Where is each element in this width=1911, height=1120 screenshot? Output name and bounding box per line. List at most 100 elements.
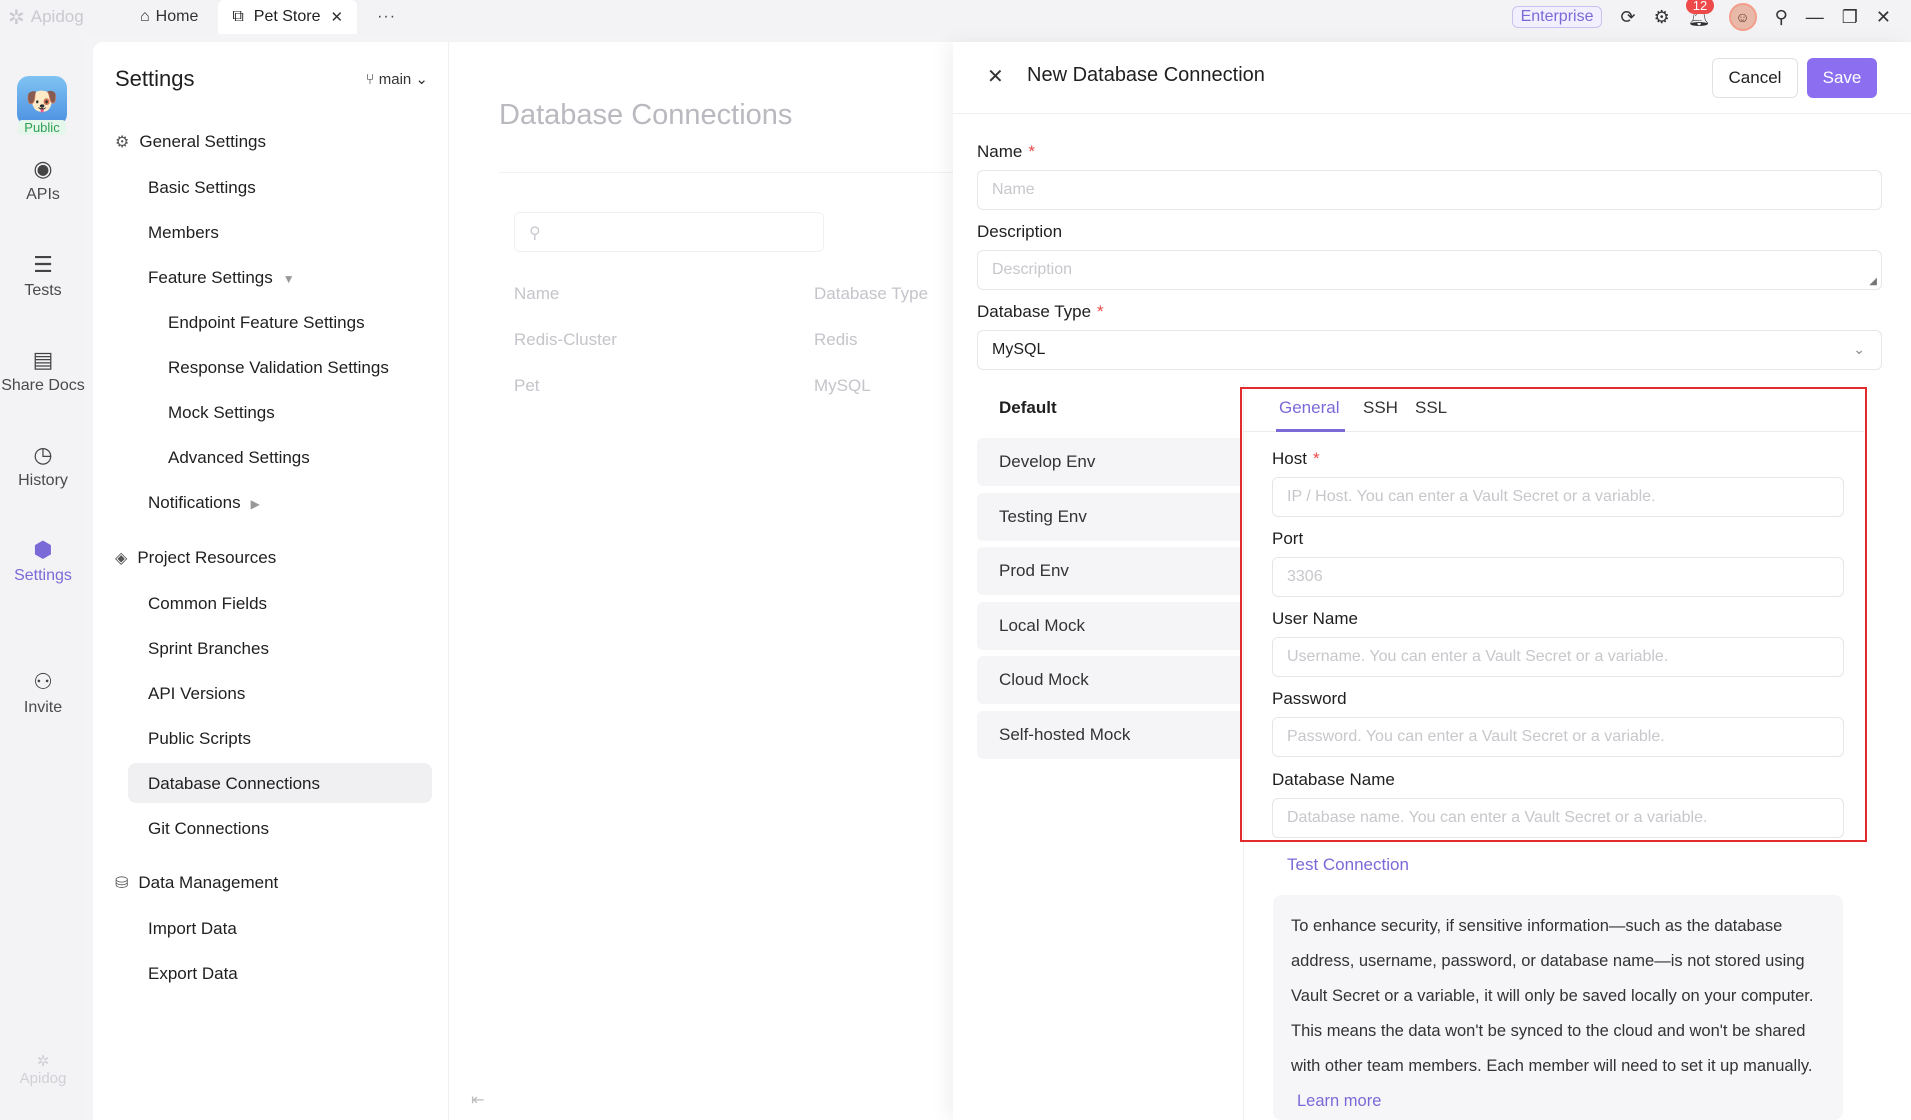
- title-bar: ✲ Apidog ⌂ Home ⧉ Pet Store ✕ ··· Enterp…: [0, 0, 1911, 34]
- rail-footer-logo: ✲ Apidog: [0, 1052, 86, 1087]
- rail-item-invite[interactable]: ⚇ Invite: [0, 669, 86, 717]
- rail-footer-label: Apidog: [19, 1070, 67, 1087]
- public-badge: Public: [18, 120, 66, 135]
- resize-handle-icon[interactable]: ◢: [1869, 276, 1877, 287]
- name-field[interactable]: Name: [977, 170, 1882, 210]
- env-item-local-mock[interactable]: Local Mock: [977, 602, 1241, 650]
- rail-item-label: Tests: [24, 282, 62, 299]
- database-type-select[interactable]: MySQL ⌄: [977, 330, 1882, 370]
- menu-endpoint-feature-settings[interactable]: Endpoint Feature Settings: [168, 313, 365, 333]
- rail-item-label: Invite: [23, 699, 63, 716]
- settings-sidebar: Settings ⑂ main ⌄ ⚙ General Settings Bas…: [93, 42, 448, 1120]
- menu-api-versions[interactable]: API Versions: [148, 684, 245, 704]
- menu-mock-settings[interactable]: Mock Settings: [168, 403, 275, 423]
- gear-icon[interactable]: ⚙: [1654, 7, 1670, 28]
- app-brand: ✲ Apidog: [8, 5, 118, 30]
- maximize-icon[interactable]: ❐: [1842, 7, 1858, 28]
- tab-home-label: Home: [155, 8, 199, 25]
- search-input[interactable]: ⚲: [514, 212, 824, 252]
- name-label: Name *: [977, 142, 1035, 162]
- test-connection-link[interactable]: Test Connection: [1287, 855, 1409, 875]
- env-item-default[interactable]: Default: [977, 384, 1241, 432]
- section-label: General Settings: [139, 132, 266, 151]
- rail-item-tests[interactable]: ☰ Tests: [0, 252, 86, 300]
- gear-icon: ⚙: [115, 134, 130, 151]
- menu-label: Notifications: [148, 493, 241, 512]
- menu-git-connections[interactable]: Git Connections: [148, 819, 269, 839]
- env-item-develop[interactable]: Develop Env: [977, 438, 1241, 486]
- branch-selector[interactable]: ⑂ main ⌄: [366, 70, 428, 88]
- collapse-sidebar-icon[interactable]: ⇤: [471, 1090, 484, 1110]
- menu-public-scripts[interactable]: Public Scripts: [148, 729, 251, 749]
- page-title: Database Connections: [499, 99, 793, 131]
- layers-icon: ◈: [115, 550, 128, 567]
- rail-item-share-docs[interactable]: ▤ Share Docs: [0, 347, 86, 395]
- table-cell[interactable]: Pet: [514, 376, 540, 396]
- env-item-self-hosted-mock[interactable]: Self-hosted Mock: [977, 711, 1241, 759]
- menu-import-data[interactable]: Import Data: [148, 919, 237, 939]
- app-name: Apidog: [30, 7, 84, 26]
- sync-icon[interactable]: ⟳: [1620, 7, 1635, 28]
- external-link-icon: ⧉: [232, 8, 244, 25]
- menu-notifications[interactable]: Notifications ▶: [148, 493, 260, 513]
- section-general-settings: ⚙ General Settings: [115, 132, 266, 152]
- rail-item-settings[interactable]: ⬢ Settings: [0, 537, 86, 585]
- rail-item-history[interactable]: ◷ History: [0, 442, 86, 490]
- description-placeholder: Description: [992, 261, 1073, 278]
- notification-bell-icon[interactable]: 🔔︎ 12: [1685, 0, 1715, 28]
- rail-item-label: History: [18, 472, 68, 489]
- drawer-header: ✕ New Database Connection Cancel Save: [953, 42, 1911, 114]
- home-icon: ⌂: [140, 8, 150, 25]
- more-tabs-button[interactable]: ···: [377, 8, 396, 26]
- apidog-logo-icon: ✲: [8, 6, 25, 29]
- branch-icon: ⑂: [365, 71, 375, 88]
- api-icon: ◉: [33, 156, 53, 181]
- learn-more-link[interactable]: Learn more: [1297, 1092, 1381, 1110]
- tab-home[interactable]: ⌂ Home: [130, 8, 208, 26]
- clock-icon: ◷: [33, 442, 53, 467]
- minimize-icon[interactable]: —: [1806, 7, 1824, 28]
- env-item-cloud-mock[interactable]: Cloud Mock: [977, 656, 1241, 704]
- chevron-down-icon: ⌄: [1853, 341, 1865, 357]
- project-logo-icon[interactable]: 🐶: [17, 76, 67, 126]
- menu-basic-settings[interactable]: Basic Settings: [148, 178, 256, 198]
- section-label: Project Resources: [137, 548, 277, 567]
- required-mark: *: [1028, 142, 1035, 161]
- pin-icon[interactable]: ⚲: [1775, 7, 1788, 28]
- label-text: Database Type: [977, 302, 1092, 321]
- avatar[interactable]: ☺: [1728, 3, 1757, 31]
- left-rail: 🐶 Public ◉ APIs ☰ Tests ▤ Share Docs ◷ H…: [0, 34, 86, 1120]
- menu-sprint-branches[interactable]: Sprint Branches: [148, 639, 269, 659]
- branch-name: main: [378, 71, 412, 88]
- plan-badge[interactable]: Enterprise: [1511, 6, 1603, 28]
- menu-database-connections[interactable]: Database Connections: [148, 774, 320, 794]
- menu-common-fields[interactable]: Common Fields: [148, 594, 267, 614]
- menu-feature-settings[interactable]: Feature Settings ▼: [148, 268, 295, 288]
- name-placeholder: Name: [992, 181, 1035, 198]
- database-icon: ⛁: [115, 875, 129, 892]
- table-cell[interactable]: Redis-Cluster: [514, 330, 617, 350]
- menu-advanced-settings[interactable]: Advanced Settings: [168, 448, 310, 468]
- rail-item-label: APIs: [26, 186, 60, 203]
- column-header-database-type: Database Type: [814, 284, 929, 303]
- menu-members[interactable]: Members: [148, 223, 219, 243]
- menu-export-data[interactable]: Export Data: [148, 964, 238, 984]
- database-type-label: Database Type *: [977, 302, 1104, 322]
- rail-item-apis[interactable]: ◉ APIs: [0, 156, 86, 204]
- apidog-logo-icon: ✲: [36, 1053, 50, 1070]
- close-tab-icon[interactable]: ✕: [331, 8, 344, 26]
- close-icon[interactable]: ✕: [987, 64, 1004, 89]
- description-field[interactable]: Description ◢: [977, 250, 1882, 290]
- env-item-prod[interactable]: Prod Env: [977, 547, 1241, 595]
- menu-response-validation-settings[interactable]: Response Validation Settings: [168, 358, 389, 378]
- cancel-button[interactable]: Cancel: [1712, 58, 1798, 98]
- tab-pet-store[interactable]: ⧉ Pet Store ✕: [218, 0, 358, 34]
- tests-icon: ☰: [33, 252, 53, 277]
- divider: [499, 172, 954, 173]
- tab-pet-store-label: Pet Store: [253, 8, 321, 25]
- close-window-icon[interactable]: ✕: [1876, 7, 1891, 28]
- env-item-testing[interactable]: Testing Env: [977, 493, 1241, 541]
- save-button[interactable]: Save: [1807, 58, 1877, 98]
- table-cell: Redis: [814, 330, 858, 349]
- highlight-box: [1240, 387, 1867, 842]
